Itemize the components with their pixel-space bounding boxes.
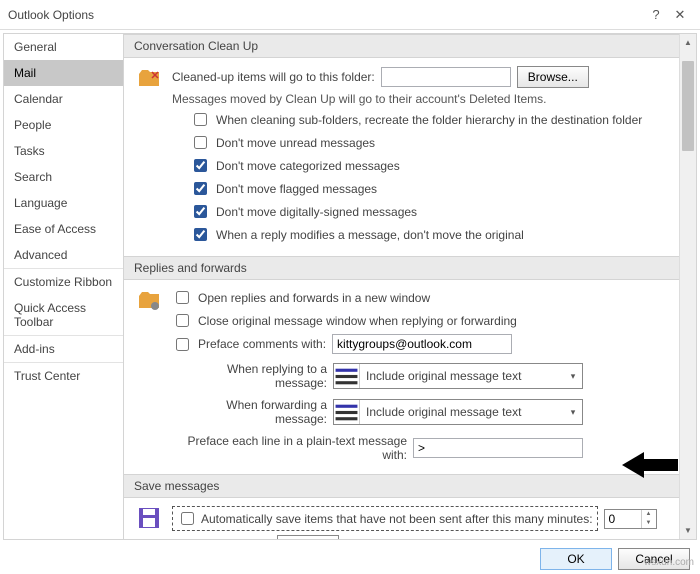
lbl-categorized: Don't move categorized messages <box>216 159 400 173</box>
cb-preface[interactable] <box>176 338 189 351</box>
cleanup-folder-input[interactable] <box>381 67 511 87</box>
spin-up-icon[interactable]: ▲ <box>642 510 656 519</box>
cleanup-moved-note: Messages moved by Clean Up will go to th… <box>172 90 669 108</box>
sidebar: GeneralMailCalendarPeopleTasksSearchLang… <box>3 33 123 540</box>
content-pane: Conversation Clean Up Cleaned-up items w… <box>124 34 679 539</box>
scroll-thumb[interactable] <box>682 61 694 151</box>
help-icon[interactable]: ? <box>644 7 668 22</box>
browse-button[interactable]: Browse... <box>517 66 589 88</box>
vertical-scrollbar[interactable]: ▲ ▼ <box>679 34 696 539</box>
lbl-reply-orig: When a reply modifies a message, don't m… <box>216 228 524 242</box>
watermark: wsxdn.com <box>644 557 694 568</box>
lbl-signed: Don't move digitally-signed messages <box>216 205 417 219</box>
save-to-label: Save to this folder: <box>172 538 271 539</box>
cb-categorized[interactable] <box>194 159 207 172</box>
lbl-close-orig: Close original message window when reply… <box>198 314 517 328</box>
ok-button[interactable]: OK <box>540 548 612 570</box>
cb-autosave[interactable] <box>181 512 194 525</box>
section-header-cleanup: Conversation Clean Up <box>124 34 679 58</box>
lbl-subfolders: When cleaning sub-folders, recreate the … <box>216 113 642 127</box>
annotation-arrow-icon <box>622 450 678 483</box>
sidebar-item-trust-center[interactable]: Trust Center <box>4 363 123 389</box>
cb-signed[interactable] <box>194 205 207 218</box>
lbl-unread: Don't move unread messages <box>216 136 375 150</box>
lbl-autosave: Automatically save items that have not b… <box>201 512 593 526</box>
save-to-value: Drafts <box>278 538 322 539</box>
reply-combo-label: When replying to a message: <box>172 362 327 390</box>
save-to-combo[interactable]: Drafts ▾ <box>277 535 339 539</box>
sidebar-item-advanced[interactable]: Advanced <box>4 242 123 269</box>
cb-reply-orig[interactable] <box>194 228 207 241</box>
section-header-replies: Replies and forwards <box>124 256 679 280</box>
scroll-track[interactable] <box>680 51 696 522</box>
forward-combo-label: When forwarding a message: <box>172 398 327 426</box>
autosave-group: Automatically save items that have not b… <box>172 506 598 531</box>
reply-combo[interactable]: Include original message text ▾ <box>333 363 583 389</box>
plain-preface-label: Preface each line in a plain-text messag… <box>172 434 407 462</box>
sidebar-item-quick-access-toolbar[interactable]: Quick Access Toolbar <box>4 295 123 336</box>
sidebar-item-search[interactable]: Search <box>4 164 123 190</box>
forward-combo-icon <box>334 400 360 424</box>
titlebar: Outlook Options ? ✕ <box>0 0 700 30</box>
cb-flagged[interactable] <box>194 182 207 195</box>
sidebar-item-tasks[interactable]: Tasks <box>4 138 123 164</box>
reply-combo-icon <box>334 364 360 388</box>
lbl-flagged: Don't move flagged messages <box>216 182 377 196</box>
cleanup-goto-label: Cleaned-up items will go to this folder: <box>172 70 375 84</box>
lbl-new-window: Open replies and forwards in a new windo… <box>198 291 430 305</box>
window-title: Outlook Options <box>8 8 644 22</box>
sidebar-item-general[interactable]: General <box>4 34 123 60</box>
floppy-icon <box>134 504 164 539</box>
chevron-down-icon[interactable]: ▾ <box>564 407 582 418</box>
sidebar-item-language[interactable]: Language <box>4 190 123 216</box>
chevron-down-icon[interactable]: ▾ <box>564 371 582 382</box>
scroll-down-icon[interactable]: ▼ <box>680 522 696 539</box>
lbl-preface: Preface comments with: <box>198 337 326 351</box>
cb-new-window[interactable] <box>176 291 189 304</box>
cb-unread[interactable] <box>194 136 207 149</box>
sidebar-item-customize-ribbon[interactable]: Customize Ribbon <box>4 269 123 295</box>
forward-combo-text: Include original message text <box>360 405 564 419</box>
reply-folder-icon <box>134 286 164 464</box>
close-icon[interactable]: ✕ <box>668 7 692 23</box>
section-header-save: Save messages <box>124 474 679 498</box>
cb-close-orig[interactable] <box>176 314 189 327</box>
reply-combo-text: Include original message text <box>360 369 564 383</box>
broom-folder-icon <box>134 64 164 246</box>
sidebar-item-people[interactable]: People <box>4 112 123 138</box>
autosave-value[interactable] <box>605 512 641 526</box>
preface-input[interactable] <box>332 334 512 354</box>
scroll-up-icon[interactable]: ▲ <box>680 34 696 51</box>
sidebar-item-calendar[interactable]: Calendar <box>4 86 123 112</box>
plain-preface-input[interactable] <box>413 438 583 458</box>
autosave-spinner[interactable]: ▲▼ <box>604 509 657 529</box>
sidebar-item-mail[interactable]: Mail <box>4 60 123 86</box>
sidebar-item-add-ins[interactable]: Add-ins <box>4 336 123 363</box>
sidebar-item-ease-of-access[interactable]: Ease of Access <box>4 216 123 242</box>
cb-subfolders[interactable] <box>194 113 207 126</box>
forward-combo[interactable]: Include original message text ▾ <box>333 399 583 425</box>
spin-down-icon[interactable]: ▼ <box>642 519 656 528</box>
